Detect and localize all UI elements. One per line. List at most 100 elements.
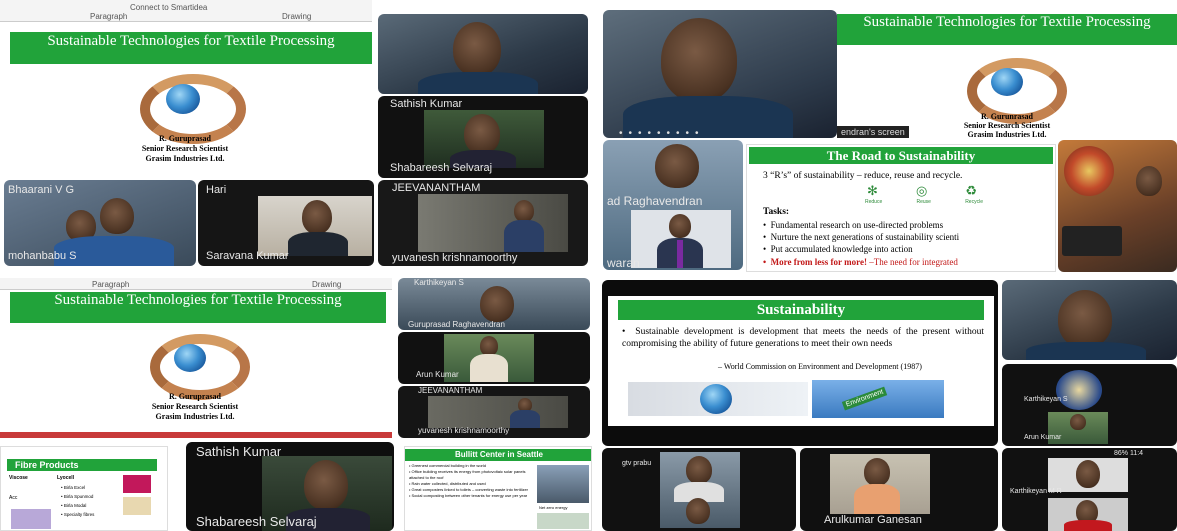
q2-video-tile-raghavendran[interactable]: ad Raghavendran waran <box>603 140 743 270</box>
q3-bullitt-side: Net zero energy <box>539 505 568 510</box>
q2-icon-label-recycle: Recycle <box>965 199 983 205</box>
q4-name-gv: gtv prabu <box>622 460 652 467</box>
q1-presentation-panel: Paragraph Connect to Smartidea Drawing S… <box>0 0 372 178</box>
q3-fibre-item-2: • Birla Spunmod <box>61 494 94 499</box>
q1-ribbon-connect[interactable]: Connect to Smartidea <box>130 3 207 12</box>
q1-participant-face <box>453 22 501 76</box>
q4-sustainability-slide: Sustainability • Sustainable development… <box>608 296 994 426</box>
q1-ribbon-paragraph[interactable]: Paragraph <box>90 12 127 21</box>
q1-name-mohanbabu: mohanbabu S <box>8 250 77 262</box>
q3-bullitt-slide: Bullitt Center in Seattle • Greenest com… <box>404 446 592 531</box>
q1-video-tile-jeevanantham[interactable]: JEEVANANTHAM yuvanesh krishnamoorthy <box>378 180 588 266</box>
q4-video-tile-top[interactable] <box>1002 280 1177 360</box>
q2-author-name: R. Gurunrasad <box>980 112 1033 121</box>
q3-video-tile-jeevanantham[interactable]: JEEVANANTHAM yuvanesh krishnamoorthy <box>398 386 590 438</box>
q1-name-shabareesh: Shabareesh Selvaraj <box>390 162 493 174</box>
q4-sustainability-panel: Sustainability • Sustainable development… <box>602 280 998 446</box>
q2-slide-title: Sustainable Technologies for Textile Pro… <box>837 14 1177 45</box>
q3-presentation-panel: Paragraph Drawing Sustainable Technologi… <box>0 278 392 438</box>
q4-video-tile-karthikeyan[interactable]: Karthikeyan S Arun Kumar <box>1002 364 1177 446</box>
q3-fibre-side: Acc <box>9 495 18 501</box>
q1-slide-title: Sustainable Technologies for Textile Pro… <box>10 32 372 64</box>
q3-fibre-title: Fibre Products <box>7 459 157 471</box>
q2-name-raghavendran: ad Raghavendran <box>607 194 703 208</box>
q2-task-2: • Nurture the next generations of sustai… <box>763 232 960 242</box>
q4-name-arulkumar: Arulkumar Ganesan <box>824 514 922 526</box>
q3-name-guruprasad: Guruprasad Raghavendran <box>408 320 505 329</box>
q1-name-hari: Hari <box>206 184 227 196</box>
q2-road-slide: The Road to Sustainability 3 “R’s” of su… <box>746 144 1056 272</box>
q3-author-name: R. Guruprasad <box>168 392 221 401</box>
q3-fibre-col2: Lyocell <box>57 475 75 481</box>
q3-author-company: Grasim Industries Ltd. <box>155 412 235 421</box>
q4-name-karthikeyan: Karthikeyan S <box>1024 396 1068 403</box>
q1-globe-icon <box>166 84 200 114</box>
q2-road-intro: 3 “R’s” of sustainability – reduce, reus… <box>763 171 963 181</box>
q4-globe-icon <box>700 384 732 414</box>
q2-reuse-icon: ◎ <box>915 183 928 198</box>
q4-video-tile-karthikeyan-m[interactable]: 86% 11:4 Karthikeyan M R <box>1002 448 1177 531</box>
q2-name-waran: waran <box>607 256 640 270</box>
q1-name-jeevanantham: JEEVANANTHAM <box>392 182 481 194</box>
q2-task-3: • Put accumulated knowledge into action <box>763 244 913 254</box>
q2-icon-label-reduce: Reduce <box>865 199 883 205</box>
q1-author-role: Senior Research Scientist <box>141 144 229 153</box>
q1-video-tile-top[interactable] <box>378 14 588 94</box>
q4-video-tile-arulkumar[interactable]: Arulkumar Ganesan <box>800 448 998 531</box>
q3-video-tile-karthikeyan[interactable]: Karthikeyan S Guruprasad Raghavendran <box>398 278 590 330</box>
q3-slide-title: Sustainable Technologies for Textile Pro… <box>10 292 386 323</box>
q3-video-tile-arun[interactable]: Arun Kumar <box>398 332 590 384</box>
q1-video-tile-hari[interactable]: Hari Saravana Kumar <box>198 180 374 266</box>
q2-task-1: • Fundamental research on use-directed p… <box>763 220 944 230</box>
q4-name-karthikeyan-m: Karthikeyan M R <box>1010 488 1062 495</box>
q2-author-role: Senior Research Scientist <box>963 121 1051 130</box>
q2-presentation-slide: Sustainable Technologies for Textile Pro… <box>837 10 1177 138</box>
q3-fibre-item-3: • Birla Modal <box>61 503 87 508</box>
q4-sign-text: Environment <box>841 386 888 411</box>
q4-citation: – World Commission on Environment and De… <box>718 362 922 371</box>
q3-bullitt-title: Bullitt Center in Seattle <box>405 449 591 461</box>
q4-emblem-icon <box>1056 370 1102 410</box>
q4-definition-text: Sustainable development is development t… <box>622 327 984 349</box>
q1-name-yuvanesh: yuvanesh krishnamoorthy <box>392 252 518 264</box>
q3-fibre-col1: Viscose <box>9 475 28 481</box>
q3-bullitt-bullet-5: • Social composting between other tenant… <box>409 493 528 498</box>
q1-video-tile-sathish[interactable]: Sathish Kumar Shabareesh Selvaraj <box>378 96 588 178</box>
q2-road-title: The Road to Sustainability <box>749 147 1053 164</box>
q1-name-saravana: Saravana Kumar <box>206 250 289 262</box>
q1-video-tile-bhaarani[interactable]: Bhaarani V G mohanbabu S <box>4 180 196 266</box>
q1-name-bhaarani: Bhaarani V G <box>8 184 75 196</box>
q4-slide-title: Sustainability <box>618 300 984 320</box>
q3-fibre-item-4: • Specialty fibres <box>61 512 95 517</box>
q3-ribbon-paragraph[interactable]: Paragraph <box>92 280 129 289</box>
q1-author-company: Grasim Industries Ltd. <box>145 154 225 163</box>
q3-name-shabareesh: Shabareesh Selvaraj <box>196 514 317 529</box>
q1-author-name: R. Guruprasad <box>158 134 211 143</box>
q3-name-yuvanesh: yuvanesh krishnamoorthy <box>418 426 510 435</box>
q2-tasks-heading: Tasks: <box>763 207 790 217</box>
q1-ribbon-toolbar: Paragraph Connect to Smartidea Drawing <box>0 0 372 22</box>
q4-status-bar: 86% 11:4 <box>1114 450 1144 457</box>
q2-screen-label: endran's screen <box>837 126 909 138</box>
q3-bullitt-bullet-2: • Office building receives its energy fr… <box>409 469 526 480</box>
q2-road-footer: • More from less for more! –The need for… <box>763 257 958 267</box>
q3-author-role: Senior Research Scientist <box>151 402 239 411</box>
q3-ribbon-toolbar: Paragraph Drawing <box>0 278 392 290</box>
q3-name-arun: Arun Kumar <box>416 370 459 379</box>
q2-video-tile-lab[interactable] <box>1058 140 1177 272</box>
q2-author-company: Grasim Industries Ltd. <box>967 130 1047 138</box>
q2-reduce-icon: ✻ <box>867 183 878 198</box>
q2-main-video[interactable]: ••••••••• <box>603 10 837 138</box>
q3-name-karthikeyan: Karthikeyan S <box>414 278 464 287</box>
q3-video-tile-sathish[interactable]: Sathish Kumar Shabareesh Selvaraj <box>186 442 394 531</box>
q3-ribbon-drawing[interactable]: Drawing <box>312 280 341 289</box>
q1-ribbon-drawing[interactable]: Drawing <box>282 12 311 21</box>
q2-icon-label-reuse: Reuse <box>916 199 931 205</box>
q4-name-arun: Arun Kumar <box>1024 434 1062 441</box>
q3-fibre-slide: Fibre Products Viscose Lyocell • Birla E… <box>0 446 168 531</box>
q3-fibre-item-1: • Birla Excel <box>61 485 86 490</box>
q3-name-jeevanantham: JEEVANANTHAM <box>418 386 483 395</box>
q1-name-sathish: Sathish Kumar <box>390 98 463 110</box>
q2-recycle-icon: ♻ <box>965 183 977 198</box>
q4-video-tile-gv[interactable]: gtv prabu <box>602 448 796 531</box>
